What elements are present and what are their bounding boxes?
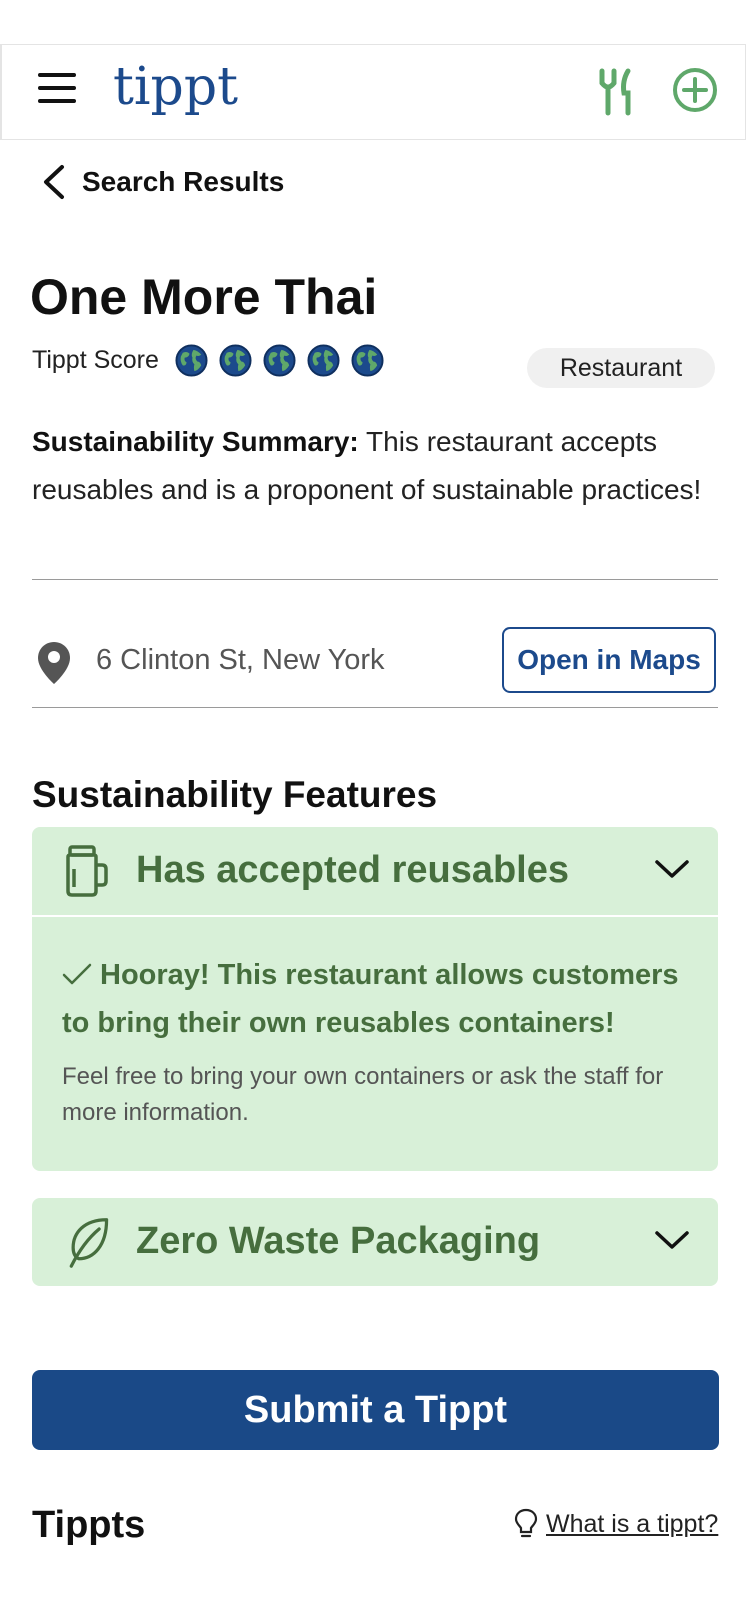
- divider: [32, 579, 718, 580]
- score-globes: [175, 344, 395, 377]
- location-pin-icon: [38, 642, 70, 684]
- feature-card-reusables: Has accepted reusables Hooray! This rest…: [32, 827, 718, 1171]
- submit-tippt-button[interactable]: Submit a Tippt: [32, 1370, 719, 1450]
- summary-label: Sustainability Summary:: [32, 426, 359, 457]
- jar-icon: [66, 845, 108, 897]
- place-name: One More Thai: [30, 269, 378, 325]
- help-link-label: What is a tippt?: [546, 1509, 719, 1538]
- chevron-left-icon: [44, 165, 64, 199]
- feature-card-zero-waste: Zero Waste Packaging: [32, 1198, 718, 1286]
- feature-detail-title: Hooray! This restaurant allows customers…: [62, 951, 690, 1047]
- category-badge: Restaurant: [527, 348, 715, 388]
- feature-toggle-reusables[interactable]: Has accepted reusables: [32, 827, 718, 915]
- feature-toggle-zero-waste[interactable]: Zero Waste Packaging: [32, 1198, 718, 1286]
- feature-detail-title-text: Hooray! This restaurant allows customers…: [62, 959, 679, 1039]
- globe-icon: [263, 344, 296, 377]
- globe-icon: [307, 344, 340, 377]
- tippt-score: Tippt Score: [32, 344, 395, 377]
- chevron-down-icon: [655, 1231, 689, 1249]
- chevron-down-icon: [655, 860, 689, 878]
- open-in-maps-button[interactable]: Open in Maps: [502, 627, 716, 693]
- back-to-search-results[interactable]: Search Results: [40, 162, 284, 202]
- leaf-icon: [69, 1218, 109, 1268]
- back-label: Search Results: [82, 166, 285, 197]
- globe-icon: [351, 344, 384, 377]
- globe-icon: [219, 344, 252, 377]
- address: 6 Clinton St, New York: [96, 644, 385, 676]
- app-logo[interactable]: tippt: [113, 57, 238, 117]
- sustainability-summary: Sustainability Summary: This restaurant …: [32, 418, 722, 514]
- app-header: tippt: [0, 44, 746, 140]
- fork-knife-icon[interactable]: [596, 67, 636, 117]
- section-title: Sustainability Features: [32, 774, 438, 815]
- divider: [32, 707, 718, 708]
- lightbulb-icon: [514, 1508, 538, 1538]
- checkmark-icon: [62, 963, 92, 985]
- feature-title: Has accepted reusables: [136, 849, 570, 891]
- score-label: Tippt Score: [32, 346, 159, 374]
- feature-detail: Hooray! This restaurant allows customers…: [32, 915, 718, 1171]
- tippts-heading: Tippts: [32, 1504, 146, 1546]
- feature-detail-note: Feel free to bring your own containers o…: [62, 1063, 664, 1126]
- hamburger-menu-icon[interactable]: [38, 73, 76, 109]
- globe-icon: [175, 344, 208, 377]
- what-is-a-tippt-link[interactable]: What is a tippt?: [514, 1508, 718, 1540]
- feature-title: Zero Waste Packaging: [136, 1220, 541, 1262]
- plus-circle-icon[interactable]: [672, 67, 718, 113]
